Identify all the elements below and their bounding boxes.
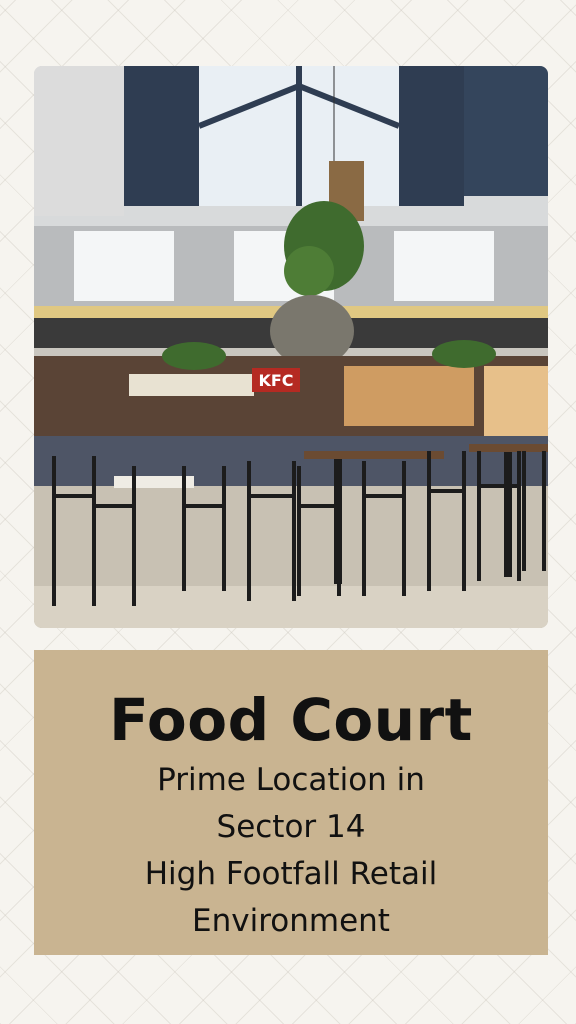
info-card: Food Court Prime Location in Sector 14 H… xyxy=(34,650,548,955)
card-line-2: Sector 14 xyxy=(216,809,366,845)
food-court-photo: KFC xyxy=(34,66,548,628)
card-line-1: Prime Location in xyxy=(157,762,425,798)
kfc-sign: KFC xyxy=(258,371,293,390)
card-title: Food Court xyxy=(109,686,473,754)
card-line-4: Environment xyxy=(192,903,390,939)
card-line-3: High Footfall Retail xyxy=(144,856,438,892)
